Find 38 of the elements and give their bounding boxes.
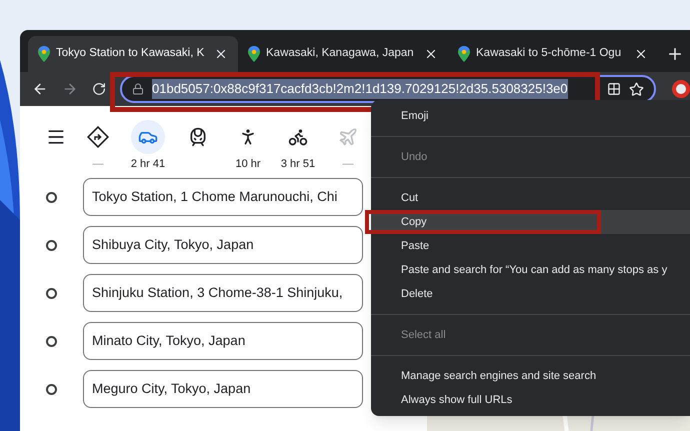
lock-icon xyxy=(132,83,144,95)
menu-item[interactable]: Paste and search for “You can add as many stops as y xyxy=(371,258,690,282)
tab-title: Tokyo Station to Kawasaki, K xyxy=(56,46,206,62)
url-text: 01bd5057:0x88c9f317cacfd3cb!2m2!1d139.7029125!2d35.5308325!3e0 xyxy=(152,79,568,99)
close-icon[interactable] xyxy=(214,47,228,61)
travel-mode-tab[interactable]: 10 hr xyxy=(223,120,273,172)
menu-item[interactable]: Manage search engines and site search xyxy=(371,364,690,388)
stop-input-field[interactable]: Tokyo Station, 1 Chome Marunouchi, Chi xyxy=(83,178,363,216)
menu-item[interactable]: Cut xyxy=(371,186,690,210)
stop-input-field[interactable]: Minato City, Tokyo, Japan xyxy=(83,322,363,360)
profile-avatar[interactable] xyxy=(672,80,690,98)
menu-item[interactable]: Delete xyxy=(371,282,690,306)
stop-input-field[interactable]: Shibuya City, Tokyo, Japan xyxy=(83,226,363,264)
grid-icon[interactable] xyxy=(607,82,621,96)
menu-item[interactable]: Paste xyxy=(371,234,690,258)
directions-sign-icon xyxy=(87,126,109,148)
browser-tab[interactable]: Kawasaki to 5-chōme-1 Ogu xyxy=(448,36,658,72)
browser-tab[interactable]: Kawasaki, Kanagawa, Japan xyxy=(238,36,448,72)
train-icon xyxy=(188,127,208,147)
menu-item[interactable]: Emoji xyxy=(371,104,690,128)
bookmark-star-icon[interactable] xyxy=(629,82,644,96)
close-icon[interactable] xyxy=(634,47,648,61)
tab-title: Kawasaki to 5-chōme-1 Ogu xyxy=(476,46,622,62)
map-pin-icon xyxy=(458,46,470,62)
new-tab-icon[interactable] xyxy=(666,45,684,63)
bicycle-icon xyxy=(288,127,308,147)
menu-item[interactable]: Always show full URLs xyxy=(371,388,690,412)
travel-mode-tab[interactable]: 2 hr 41 xyxy=(123,120,173,172)
airplane-icon xyxy=(338,127,358,147)
travel-mode-tab[interactable]: 3 hr 51 xyxy=(273,120,323,172)
stop-input-field[interactable]: Shinjuku Station, 3 Chome-38-1 Shinjuku, xyxy=(83,274,363,312)
stop-input-field[interactable]: Meguro City, Tokyo, Japan xyxy=(83,370,363,408)
browser-tab[interactable]: Tokyo Station to Kawasaki, K xyxy=(28,36,238,72)
tab-title: Kawasaki, Kanagawa, Japan xyxy=(266,46,415,62)
map-pin-icon xyxy=(248,46,260,62)
reload-icon[interactable] xyxy=(92,81,106,97)
map-pin-icon xyxy=(38,46,50,62)
close-icon[interactable] xyxy=(424,47,438,61)
